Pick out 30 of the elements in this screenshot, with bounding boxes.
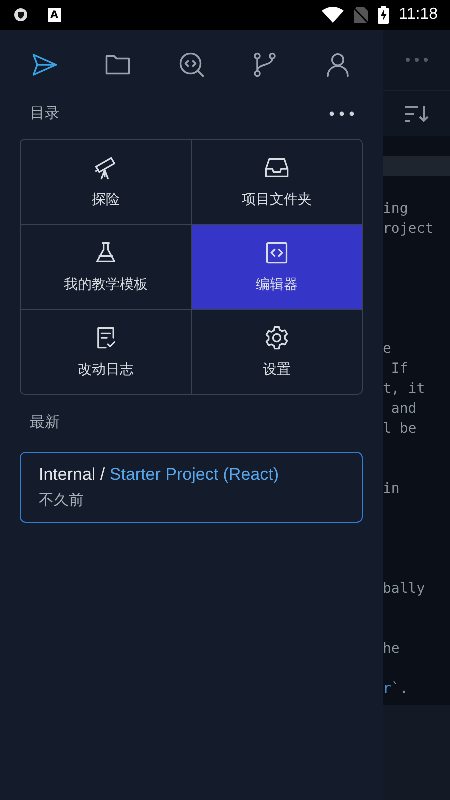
code-line: r`. <box>383 680 410 699</box>
menu-tile[interactable]: 项目文件夹 <box>192 140 362 224</box>
menu-tile[interactable]: 设置 <box>192 310 362 394</box>
battery-icon <box>378 6 390 24</box>
code-line: bally <box>383 580 426 599</box>
code-line: he <box>383 640 401 659</box>
notification-icon: A <box>48 8 61 22</box>
shield-icon <box>14 8 28 22</box>
code-icon <box>264 240 290 266</box>
recent-project-card[interactable]: Internal / Starter Project (React) 不久前 <box>20 452 363 523</box>
code-line: If <box>390 360 410 379</box>
menu-tile[interactable]: 编辑器 <box>192 225 362 309</box>
code-line: e <box>383 340 392 359</box>
menu-tile[interactable]: 探险 <box>21 140 191 224</box>
sort-icon[interactable] <box>404 104 430 124</box>
code-line: t, it <box>383 380 426 399</box>
section-title: 目录 <box>30 104 60 123</box>
clock: 11:18 <box>399 6 438 24</box>
menu-tile[interactable]: 我的教学模板 <box>21 225 191 309</box>
no-sim-icon <box>354 7 368 23</box>
section-title: 最新 <box>30 413 61 432</box>
gear-icon <box>264 325 290 351</box>
more-icon[interactable] <box>329 110 355 116</box>
code-line: ing <box>383 200 410 219</box>
code-line: in <box>383 480 401 499</box>
menu-tile[interactable]: 改动日志 <box>21 310 191 394</box>
code-line: l be <box>383 420 418 439</box>
wifi-icon <box>322 7 344 23</box>
code-line: roject <box>383 220 435 239</box>
code-line: and <box>390 400 418 419</box>
